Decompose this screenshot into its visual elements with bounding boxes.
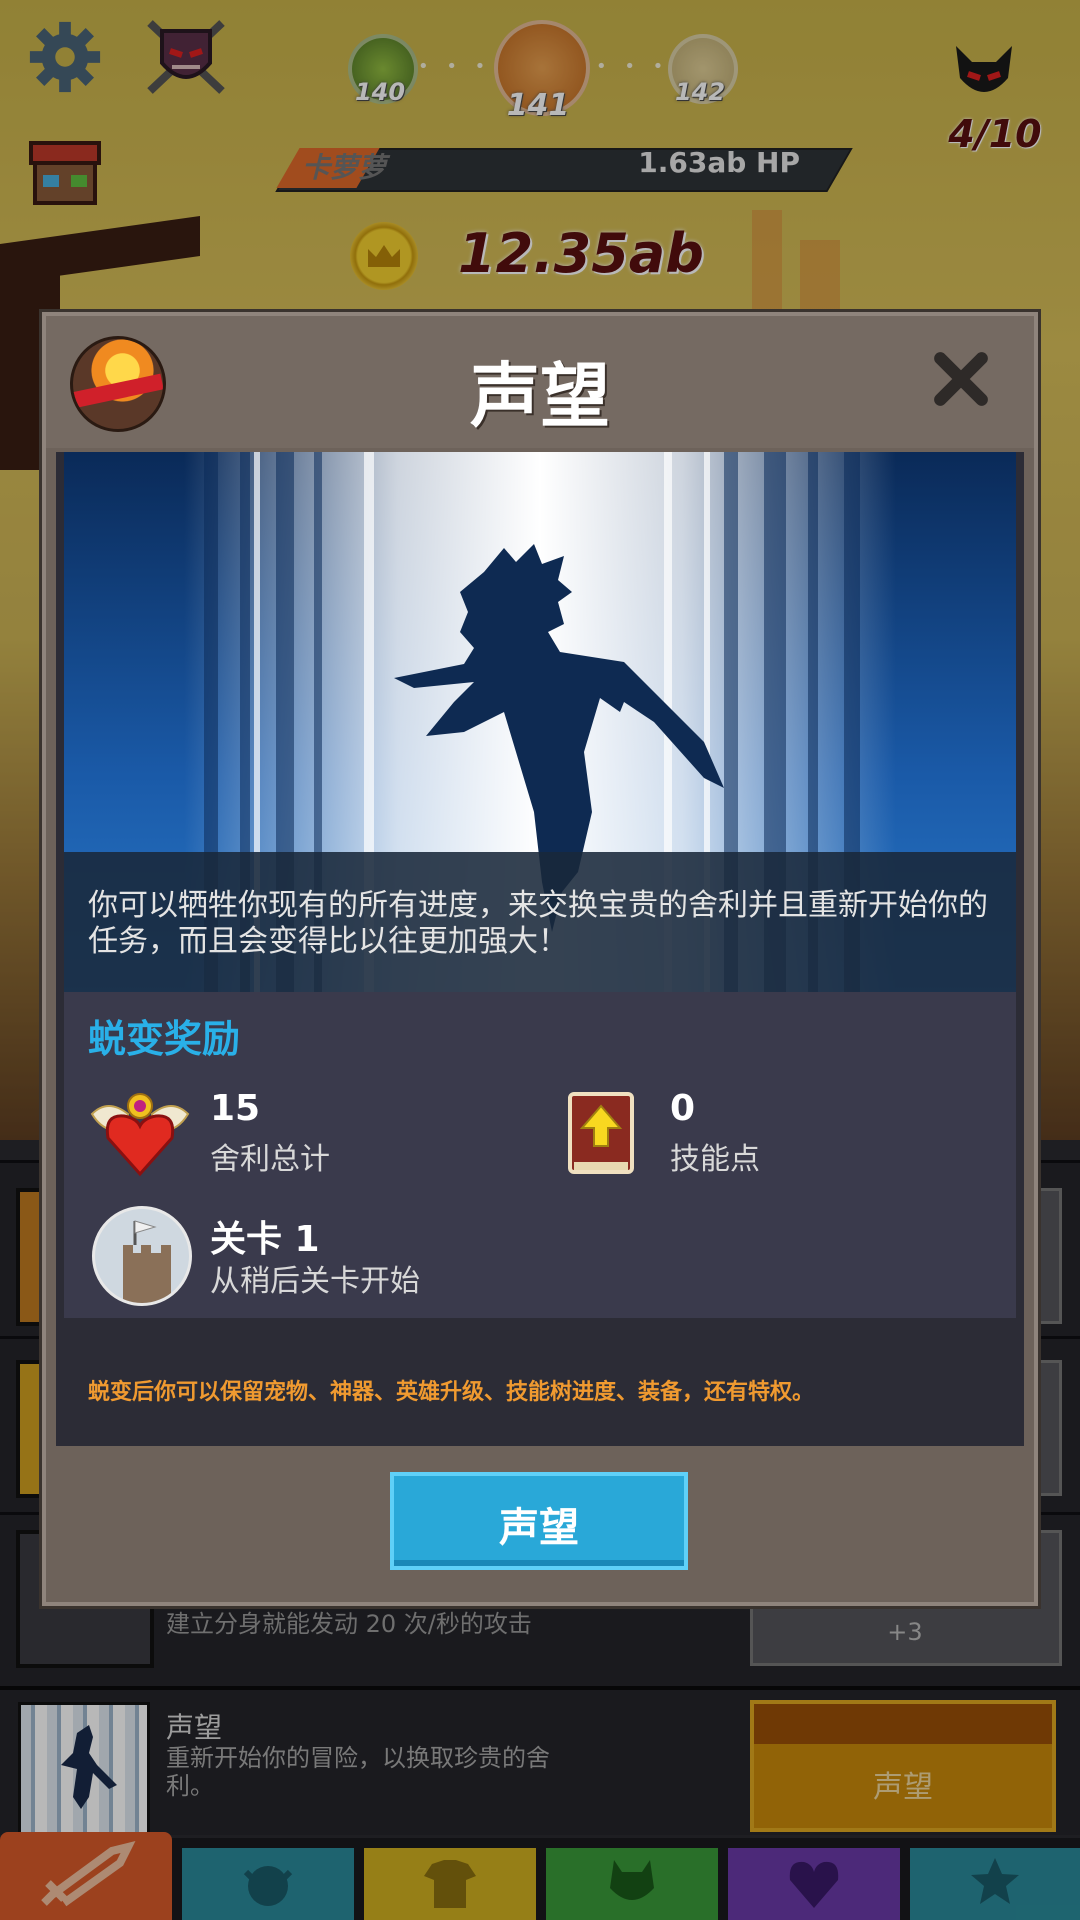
skill-book-icon — [566, 1090, 636, 1176]
keep-items-note: 蜕变后你可以保留宠物、神器、英雄升级、技能树进度、装备，还有特权。 — [88, 1380, 815, 1405]
relics-total-value: 15 — [210, 1088, 261, 1129]
rewards-title: 蜕变奖励 — [88, 1017, 241, 1061]
close-icon[interactable] — [926, 344, 996, 414]
castle-stage-icon — [92, 1206, 192, 1306]
modal-title: 声望 — [470, 355, 610, 437]
skill-points-value: 0 — [670, 1088, 696, 1129]
skill-points-label: 技能点 — [670, 1142, 760, 1177]
prestige-button-label: 声望 — [499, 1505, 579, 1551]
prestige-description: 你可以牺牲你现有的所有进度，来交换宝贵的舍利并且重新开始你的任务，而且会变得比以… — [88, 888, 988, 959]
relics-total-label: 舍利总计 — [210, 1142, 330, 1177]
winged-heart-icon — [88, 1086, 192, 1178]
stage-label: 从稍后关卡开始 — [210, 1264, 420, 1299]
stage-value: 关卡 1 — [210, 1219, 320, 1260]
